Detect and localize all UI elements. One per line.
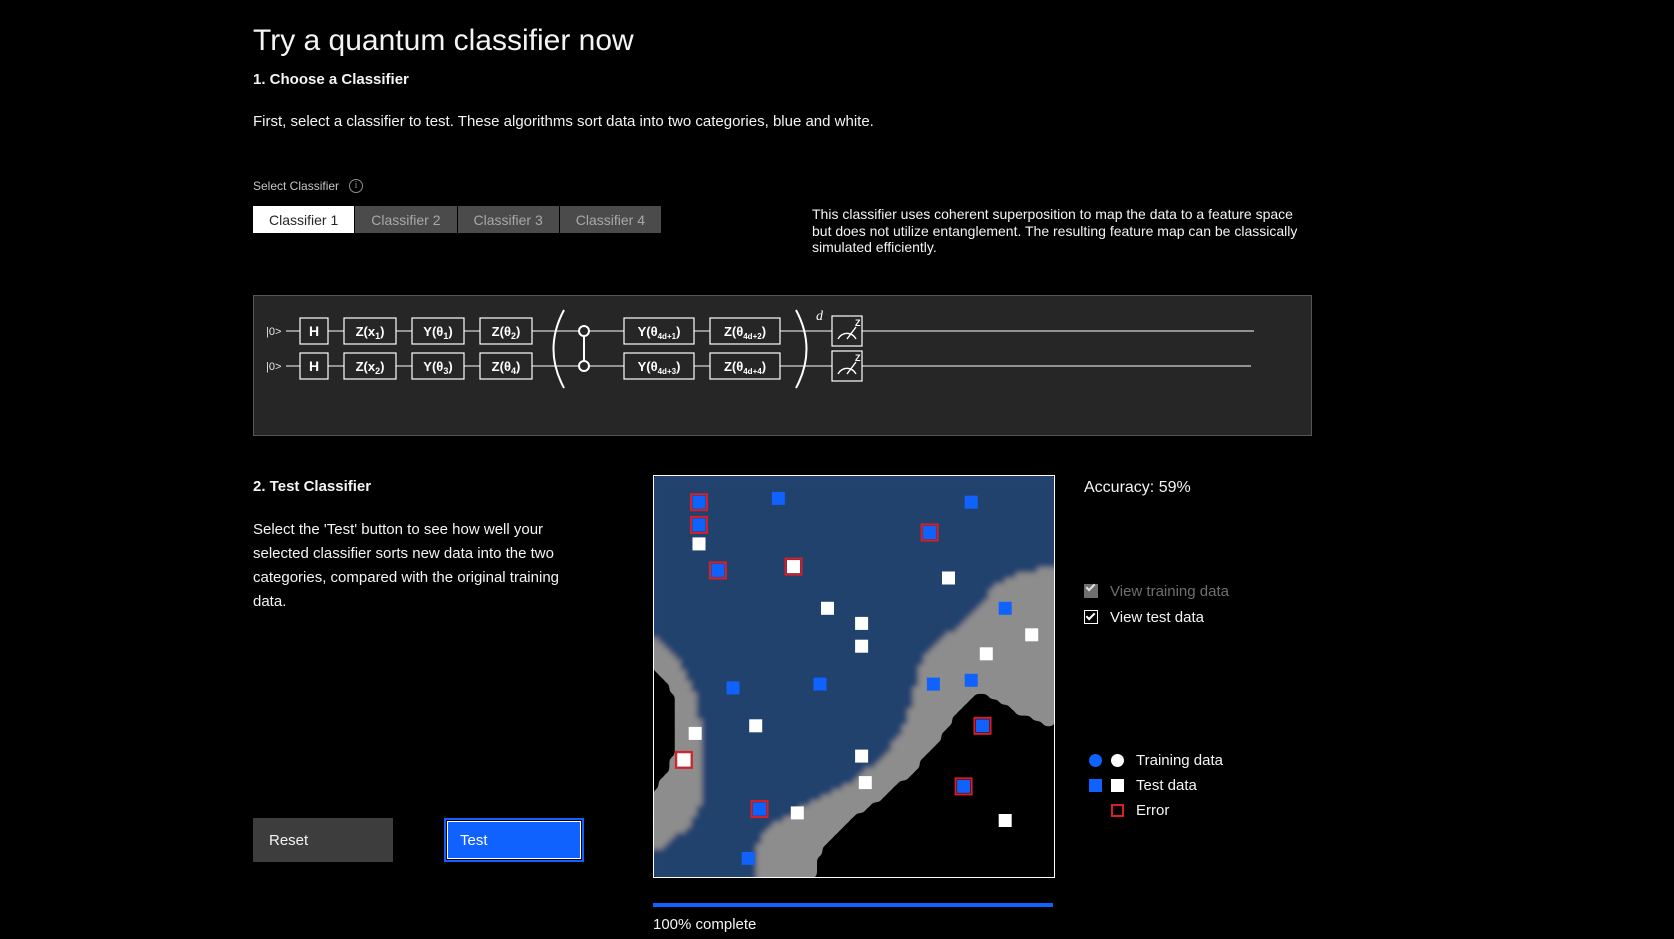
legend-item-error: Error bbox=[1084, 798, 1223, 823]
progress-bar-fill bbox=[653, 903, 1053, 907]
legend-label-test-data: Test data bbox=[1136, 777, 1197, 794]
checkbox-label-view-test-data: View test data bbox=[1110, 608, 1204, 626]
tab-classifier-2[interactable]: Classifier 2 bbox=[355, 206, 458, 233]
progress-label: 100% complete bbox=[653, 916, 757, 933]
repeat-count-label: d bbox=[816, 309, 824, 324]
test-button-focus-ring[interactable]: Test bbox=[444, 818, 584, 862]
legend-swatch-blue-circle-icon bbox=[1084, 754, 1106, 767]
svg-text:Z(θ4): Z(θ4) bbox=[492, 359, 521, 376]
svg-text:Y(θ1): Y(θ1) bbox=[423, 324, 452, 341]
reset-button[interactable]: Reset bbox=[253, 818, 393, 862]
tab-classifier-3[interactable]: Classifier 3 bbox=[457, 206, 560, 233]
tab-classifier-1[interactable]: Classifier 1 bbox=[253, 206, 356, 233]
checkbox-icon-checked bbox=[1084, 610, 1098, 624]
quantum-circuit-diagram: |0> |0> H Z(x1) Y(θ1) Z(θ2) Y(θ4d+1) Z(θ… bbox=[266, 309, 1254, 389]
measurement-gate-q1: Z bbox=[831, 350, 863, 382]
legend-label-training-data: Training data bbox=[1136, 752, 1223, 769]
checkbox-view-test-data[interactable]: View test data bbox=[1084, 604, 1229, 630]
legend-swatch-white-circle-icon bbox=[1106, 754, 1128, 767]
plot-legend: Training data Test data Error bbox=[1084, 748, 1223, 823]
svg-text:Z(x2): Z(x2) bbox=[356, 359, 385, 376]
qubit-label-0: |0> bbox=[266, 326, 281, 338]
view-options-group: View training data View test data bbox=[1084, 578, 1229, 630]
measurement-gate-q0: Z bbox=[831, 315, 863, 347]
svg-text:Z: Z bbox=[855, 353, 861, 363]
app-root: Try a quantum classifier now 1. Choose a… bbox=[0, 0, 1674, 939]
select-classifier-label-row: Select Classifier i bbox=[253, 178, 364, 194]
svg-text:Y(θ3): Y(θ3) bbox=[423, 359, 452, 376]
legend-swatch-error-square-icon bbox=[1106, 804, 1128, 817]
legend-swatch-blue-square-icon bbox=[1084, 779, 1106, 792]
legend-swatch-white-square-icon bbox=[1106, 779, 1128, 792]
plot-canvas bbox=[654, 476, 1054, 877]
test-button[interactable]: Test bbox=[447, 821, 581, 859]
svg-text:H: H bbox=[309, 358, 319, 374]
step1-description: First, select a classifier to test. Thes… bbox=[253, 113, 874, 130]
accuracy-label: Accuracy: 59% bbox=[1084, 479, 1191, 496]
step2-description: Select the 'Test' button to see how well… bbox=[253, 521, 559, 610]
classifier-description: This classifier uses coherent superposit… bbox=[812, 206, 1298, 255]
step2-heading: 2. Test Classifier bbox=[253, 478, 372, 495]
quantum-circuit-panel: |0> |0> H Z(x1) Y(θ1) Z(θ2) Y(θ4d+1) Z(θ… bbox=[253, 295, 1312, 436]
svg-text:Z: Z bbox=[855, 318, 861, 328]
progress-bar-track bbox=[653, 903, 1053, 907]
classifier-tab-group[interactable]: Classifier 1 Classifier 2 Classifier 3 C… bbox=[253, 206, 661, 233]
svg-text:Z(θ2): Z(θ2) bbox=[492, 324, 521, 341]
qubit-label-1: |0> bbox=[266, 361, 281, 373]
legend-label-error: Error bbox=[1136, 802, 1170, 819]
step1-heading: 1. Choose a Classifier bbox=[253, 71, 409, 88]
checkbox-icon-checked-disabled bbox=[1084, 581, 1098, 598]
info-icon[interactable]: i bbox=[349, 179, 364, 193]
legend-item-test-data: Test data bbox=[1084, 773, 1223, 798]
tab-classifier-4[interactable]: Classifier 4 bbox=[559, 206, 661, 233]
checkbox-view-training-data[interactable]: View training data bbox=[1084, 578, 1229, 604]
decision-boundary-plot[interactable] bbox=[653, 475, 1055, 878]
cz-entangler bbox=[578, 325, 590, 372]
svg-text:H: H bbox=[309, 323, 319, 339]
checkbox-label-view-training-data: View training data bbox=[1110, 582, 1229, 600]
select-classifier-label: Select Classifier bbox=[253, 179, 340, 193]
svg-text:Z(x1): Z(x1) bbox=[356, 324, 385, 341]
page-title: Try a quantum classifier now bbox=[253, 24, 634, 58]
legend-item-training-data: Training data bbox=[1084, 748, 1223, 773]
